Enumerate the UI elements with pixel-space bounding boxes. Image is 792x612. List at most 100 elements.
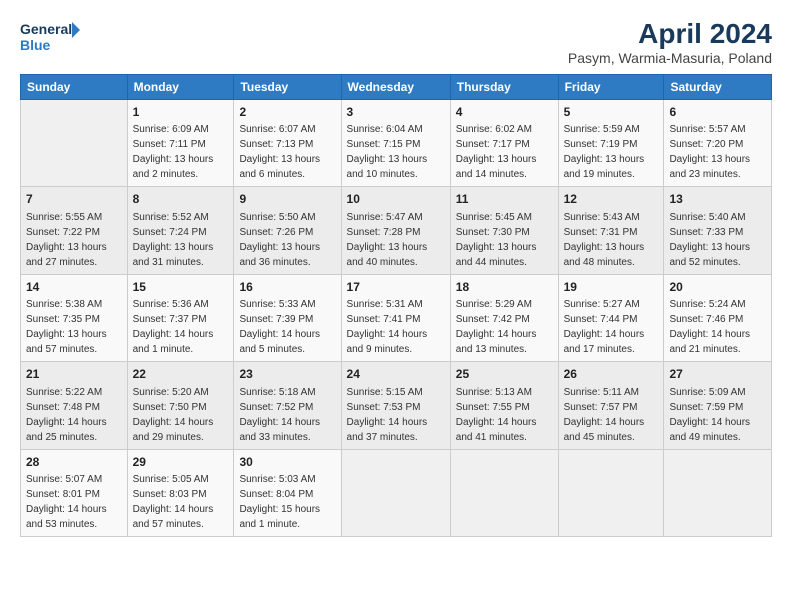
- calendar-cell: 9 Sunrise: 5:50 AM Sunset: 7:26 PM Daylig…: [234, 187, 341, 274]
- day-info: Sunrise: 5:43 AM Sunset: 7:31 PM Dayligh…: [564, 210, 659, 270]
- calendar-week-row: 7 Sunrise: 5:55 AM Sunset: 7:22 PM Daylig…: [21, 187, 772, 274]
- day-number: 29: [133, 454, 229, 471]
- day-number: 15: [133, 279, 229, 296]
- subtitle: Pasym, Warmia-Masuria, Poland: [568, 50, 772, 66]
- day-number: 13: [669, 191, 766, 208]
- day-number: 21: [26, 366, 122, 383]
- day-info: Sunrise: 5:52 AM Sunset: 7:24 PM Dayligh…: [133, 210, 229, 270]
- day-info: Sunrise: 5:18 AM Sunset: 7:52 PM Dayligh…: [239, 385, 335, 445]
- calendar-cell: 13 Sunrise: 5:40 AM Sunset: 7:33 PM Dayli…: [664, 187, 772, 274]
- calendar-cell: 14Sunrise: 5:38 AM Sunset: 7:35 PM Dayli…: [21, 274, 128, 361]
- calendar-cell: 2Sunrise: 6:07 AM Sunset: 7:13 PM Daylig…: [234, 100, 341, 187]
- calendar-day-header: Wednesday: [341, 75, 450, 100]
- day-number: 16: [239, 279, 335, 296]
- day-number: 7: [26, 191, 122, 208]
- day-info: Sunrise: 5:40 AM Sunset: 7:33 PM Dayligh…: [669, 210, 766, 270]
- day-number: 11: [456, 191, 553, 208]
- calendar-cell: 29Sunrise: 5:05 AM Sunset: 8:03 PM Dayli…: [127, 449, 234, 536]
- title-block: April 2024 Pasym, Warmia-Masuria, Poland: [568, 18, 772, 66]
- day-info: Sunrise: 5:27 AM Sunset: 7:44 PM Dayligh…: [564, 297, 659, 357]
- logo-svg: General Blue: [20, 18, 80, 56]
- main-title: April 2024: [568, 18, 772, 50]
- day-number: 17: [347, 279, 445, 296]
- day-number: 22: [133, 366, 229, 383]
- day-info: Sunrise: 5:03 AM Sunset: 8:04 PM Dayligh…: [239, 472, 335, 532]
- calendar-day-header: Sunday: [21, 75, 128, 100]
- day-info: Sunrise: 5:09 AM Sunset: 7:59 PM Dayligh…: [669, 385, 766, 445]
- calendar-day-header: Thursday: [450, 75, 558, 100]
- calendar-day-header: Monday: [127, 75, 234, 100]
- day-number: 6: [669, 104, 766, 121]
- day-info: Sunrise: 6:02 AM Sunset: 7:17 PM Dayligh…: [456, 122, 553, 182]
- day-number: 5: [564, 104, 659, 121]
- calendar-cell: 21 Sunrise: 5:22 AM Sunset: 7:48 PM Dayli…: [21, 362, 128, 449]
- day-info: Sunrise: 5:07 AM Sunset: 8:01 PM Dayligh…: [26, 472, 122, 532]
- calendar-cell: 8 Sunrise: 5:52 AM Sunset: 7:24 PM Daylig…: [127, 187, 234, 274]
- day-info: Sunrise: 5:22 AM Sunset: 7:48 PM Dayligh…: [26, 385, 122, 445]
- calendar-cell: 27Sunrise: 5:09 AM Sunset: 7:59 PM Dayli…: [664, 362, 772, 449]
- calendar-week-row: 21 Sunrise: 5:22 AM Sunset: 7:48 PM Dayli…: [21, 362, 772, 449]
- day-number: 9: [239, 191, 335, 208]
- day-info: Sunrise: 5:36 AM Sunset: 7:37 PM Dayligh…: [133, 297, 229, 357]
- day-info: Sunrise: 5:24 AM Sunset: 7:46 PM Dayligh…: [669, 297, 766, 357]
- calendar-cell: 15Sunrise: 5:36 AM Sunset: 7:37 PM Dayli…: [127, 274, 234, 361]
- calendar-day-header: Friday: [558, 75, 664, 100]
- calendar-week-row: 14Sunrise: 5:38 AM Sunset: 7:35 PM Dayli…: [21, 274, 772, 361]
- calendar-cell: [450, 449, 558, 536]
- calendar-week-row: 28Sunrise: 5:07 AM Sunset: 8:01 PM Dayli…: [21, 449, 772, 536]
- calendar-cell: 7 Sunrise: 5:55 AM Sunset: 7:22 PM Daylig…: [21, 187, 128, 274]
- calendar-cell: 28Sunrise: 5:07 AM Sunset: 8:01 PM Dayli…: [21, 449, 128, 536]
- day-number: 8: [133, 191, 229, 208]
- calendar-cell: 11 Sunrise: 5:45 AM Sunset: 7:30 PM Dayli…: [450, 187, 558, 274]
- calendar-cell: 25Sunrise: 5:13 AM Sunset: 7:55 PM Dayli…: [450, 362, 558, 449]
- calendar-day-header: Tuesday: [234, 75, 341, 100]
- calendar-cell: 26Sunrise: 5:11 AM Sunset: 7:57 PM Dayli…: [558, 362, 664, 449]
- page: General Blue April 2024 Pasym, Warmia-Ma…: [0, 0, 792, 612]
- day-info: Sunrise: 6:07 AM Sunset: 7:13 PM Dayligh…: [239, 122, 335, 182]
- day-info: Sunrise: 5:59 AM Sunset: 7:19 PM Dayligh…: [564, 122, 659, 182]
- calendar-cell: [558, 449, 664, 536]
- day-info: Sunrise: 5:11 AM Sunset: 7:57 PM Dayligh…: [564, 385, 659, 445]
- day-info: Sunrise: 5:55 AM Sunset: 7:22 PM Dayligh…: [26, 210, 122, 270]
- calendar-cell: 10Sunrise: 5:47 AM Sunset: 7:28 PM Dayli…: [341, 187, 450, 274]
- day-number: 24: [347, 366, 445, 383]
- calendar-cell: [664, 449, 772, 536]
- day-info: Sunrise: 5:33 AM Sunset: 7:39 PM Dayligh…: [239, 297, 335, 357]
- day-info: Sunrise: 5:29 AM Sunset: 7:42 PM Dayligh…: [456, 297, 553, 357]
- day-info: Sunrise: 5:45 AM Sunset: 7:30 PM Dayligh…: [456, 210, 553, 270]
- day-info: Sunrise: 5:31 AM Sunset: 7:41 PM Dayligh…: [347, 297, 445, 357]
- calendar-table: SundayMondayTuesdayWednesdayThursdayFrid…: [20, 74, 772, 537]
- day-number: 25: [456, 366, 553, 383]
- day-info: Sunrise: 5:15 AM Sunset: 7:53 PM Dayligh…: [347, 385, 445, 445]
- calendar-cell: 18Sunrise: 5:29 AM Sunset: 7:42 PM Dayli…: [450, 274, 558, 361]
- calendar-cell: 23Sunrise: 5:18 AM Sunset: 7:52 PM Dayli…: [234, 362, 341, 449]
- calendar-week-row: 1Sunrise: 6:09 AM Sunset: 7:11 PM Daylig…: [21, 100, 772, 187]
- day-number: 30: [239, 454, 335, 471]
- calendar-cell: 3Sunrise: 6:04 AM Sunset: 7:15 PM Daylig…: [341, 100, 450, 187]
- calendar-cell: 30Sunrise: 5:03 AM Sunset: 8:04 PM Dayli…: [234, 449, 341, 536]
- calendar-day-header: Saturday: [664, 75, 772, 100]
- calendar-cell: [341, 449, 450, 536]
- day-number: 14: [26, 279, 122, 296]
- day-number: 4: [456, 104, 553, 121]
- day-info: Sunrise: 6:09 AM Sunset: 7:11 PM Dayligh…: [133, 122, 229, 182]
- calendar-cell: 6Sunrise: 5:57 AM Sunset: 7:20 PM Daylig…: [664, 100, 772, 187]
- day-info: Sunrise: 5:57 AM Sunset: 7:20 PM Dayligh…: [669, 122, 766, 182]
- day-info: Sunrise: 5:50 AM Sunset: 7:26 PM Dayligh…: [239, 210, 335, 270]
- calendar-cell: 22 Sunrise: 5:20 AM Sunset: 7:50 PM Dayli…: [127, 362, 234, 449]
- day-number: 18: [456, 279, 553, 296]
- day-number: 12: [564, 191, 659, 208]
- calendar-cell: 16Sunrise: 5:33 AM Sunset: 7:39 PM Dayli…: [234, 274, 341, 361]
- calendar-cell: 12 Sunrise: 5:43 AM Sunset: 7:31 PM Dayli…: [558, 187, 664, 274]
- header: General Blue April 2024 Pasym, Warmia-Ma…: [20, 18, 772, 66]
- calendar-cell: 1Sunrise: 6:09 AM Sunset: 7:11 PM Daylig…: [127, 100, 234, 187]
- day-number: 3: [347, 104, 445, 121]
- day-number: 2: [239, 104, 335, 121]
- calendar-header-row: SundayMondayTuesdayWednesdayThursdayFrid…: [21, 75, 772, 100]
- calendar-cell: 19Sunrise: 5:27 AM Sunset: 7:44 PM Dayli…: [558, 274, 664, 361]
- calendar-cell: 20Sunrise: 5:24 AM Sunset: 7:46 PM Dayli…: [664, 274, 772, 361]
- day-info: Sunrise: 5:20 AM Sunset: 7:50 PM Dayligh…: [133, 385, 229, 445]
- calendar-cell: 17Sunrise: 5:31 AM Sunset: 7:41 PM Dayli…: [341, 274, 450, 361]
- day-number: 19: [564, 279, 659, 296]
- day-info: Sunrise: 5:47 AM Sunset: 7:28 PM Dayligh…: [347, 210, 445, 270]
